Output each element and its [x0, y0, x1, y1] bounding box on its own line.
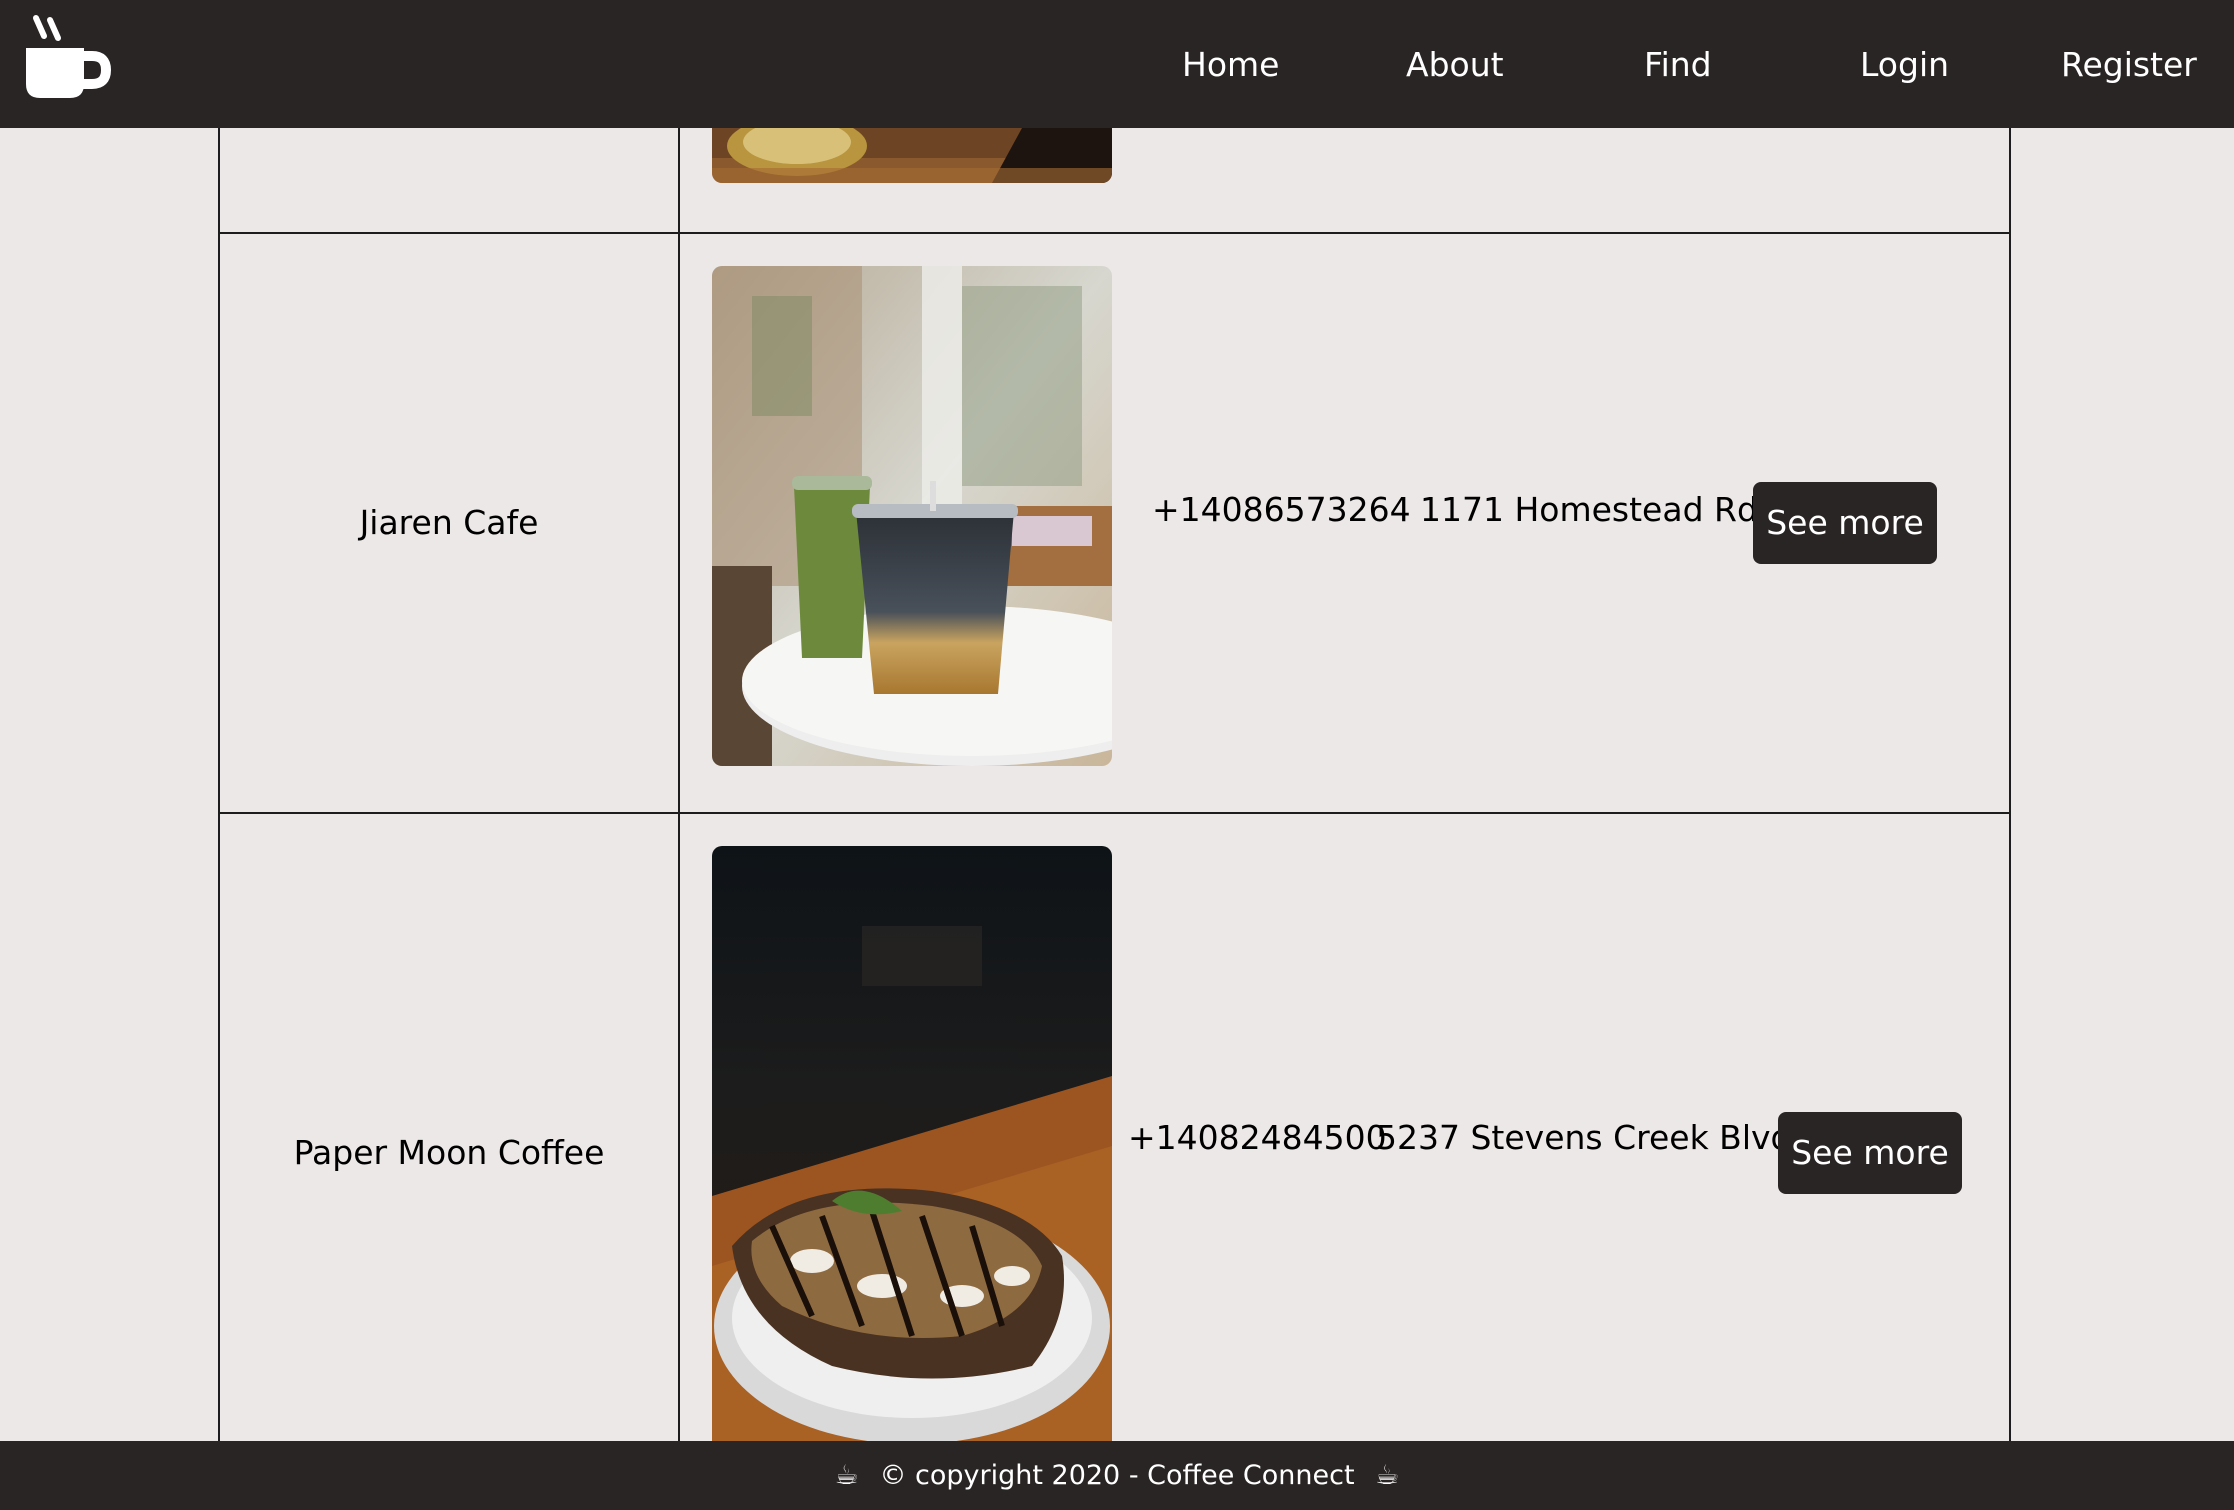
coffee-cup-icon: ☕ — [834, 1460, 859, 1491]
see-more-button[interactable]: See more — [1753, 482, 1937, 564]
cafe-name: Jiaren Cafe — [359, 503, 539, 542]
table-border-right — [2009, 128, 2011, 1441]
table-border-left — [218, 128, 220, 1441]
cafe-address: 5237 Stevens Creek Blvd — [1376, 1118, 1792, 1157]
footer: ☕ © copyright 2020 - Coffee Connect ☕ — [0, 1441, 2234, 1510]
cafe-photo — [712, 266, 1112, 766]
navbar: Home About Find Login Register — [0, 0, 2234, 128]
cafe-address: 1171 Homestead Rd — [1420, 490, 1758, 529]
see-more-button[interactable]: See more — [1778, 1112, 1962, 1194]
nav-register-link[interactable]: Register — [2061, 40, 2197, 90]
cafe-phone: +14082484500 — [1128, 1118, 1387, 1157]
cafe-table: Jiaren Cafe +14086573264 1171 Homestead … — [0, 128, 2234, 1441]
nav-find-link[interactable]: Find — [1644, 40, 1712, 90]
footer-copyright: © copyright 2020 - Coffee Connect — [879, 1460, 1355, 1491]
cafe-name: Paper Moon Coffee — [293, 1133, 605, 1172]
cafe-photo — [712, 128, 1112, 183]
cafe-photo — [712, 846, 1112, 1441]
row-divider — [218, 232, 2011, 234]
cafe-phone: +14086573264 — [1152, 490, 1411, 529]
coffee-cup-icon[interactable] — [22, 14, 112, 104]
nav-home-link[interactable]: Home — [1182, 40, 1279, 90]
nav-login-link[interactable]: Login — [1860, 40, 1949, 90]
coffee-cup-icon: ☕ — [1375, 1460, 1400, 1491]
nav-about-link[interactable]: About — [1406, 40, 1504, 90]
row-divider — [218, 812, 2011, 814]
table-column-divider — [678, 128, 680, 1441]
